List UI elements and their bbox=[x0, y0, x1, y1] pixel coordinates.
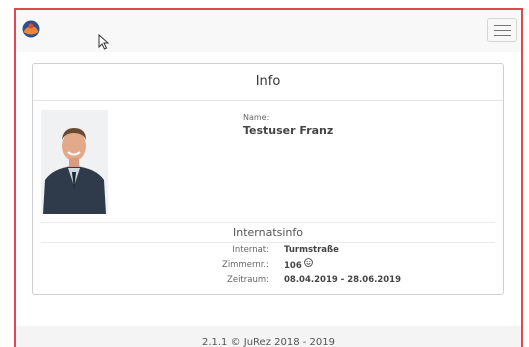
info-value-wrap: 106 bbox=[284, 258, 313, 274]
menu-toggle-button[interactable] bbox=[487, 18, 517, 42]
footer: 2.1.1 © JuRez 2018 - 2019 bbox=[16, 326, 521, 347]
hamburger-menu-icon bbox=[494, 25, 511, 26]
info-value: 106 bbox=[284, 261, 302, 271]
app-logo-icon[interactable] bbox=[22, 20, 40, 38]
app-window: Info Name: Testuser Franz Internatsinfo … bbox=[14, 8, 523, 347]
footer-text: 2.1.1 © JuRez 2018 - 2019 bbox=[201, 337, 336, 347]
name-value: Testuser Franz bbox=[243, 124, 334, 137]
info-list: Internat: Turmstraße Zimmernr.: 106 Zeit… bbox=[41, 243, 495, 288]
name-block: Name: Testuser Franz bbox=[243, 113, 333, 137]
info-value: Turmstraße bbox=[284, 245, 339, 255]
smiley-icon bbox=[303, 258, 313, 273]
navbar bbox=[16, 10, 521, 52]
info-label: Zimmernr.: bbox=[222, 260, 269, 270]
info-label: Zeitraum: bbox=[227, 275, 269, 285]
card-title: Info bbox=[33, 64, 503, 101]
user-photo bbox=[41, 110, 108, 214]
info-row-internat: Internat: Turmstraße bbox=[41, 243, 495, 258]
name-label: Name: bbox=[243, 113, 270, 122]
info-row-zeitraum: Zeitraum: 08.04.2019 - 28.06.2019 bbox=[41, 273, 495, 288]
info-card: Info Name: Testuser Franz Internatsinfo … bbox=[32, 63, 504, 295]
info-label: Internat: bbox=[232, 245, 269, 255]
section-title: Internatsinfo bbox=[41, 222, 495, 243]
mouse-cursor-icon bbox=[98, 33, 110, 50]
info-row-zimmernr: Zimmernr.: 106 bbox=[41, 258, 495, 273]
info-value: 08.04.2019 - 28.06.2019 bbox=[284, 275, 401, 285]
